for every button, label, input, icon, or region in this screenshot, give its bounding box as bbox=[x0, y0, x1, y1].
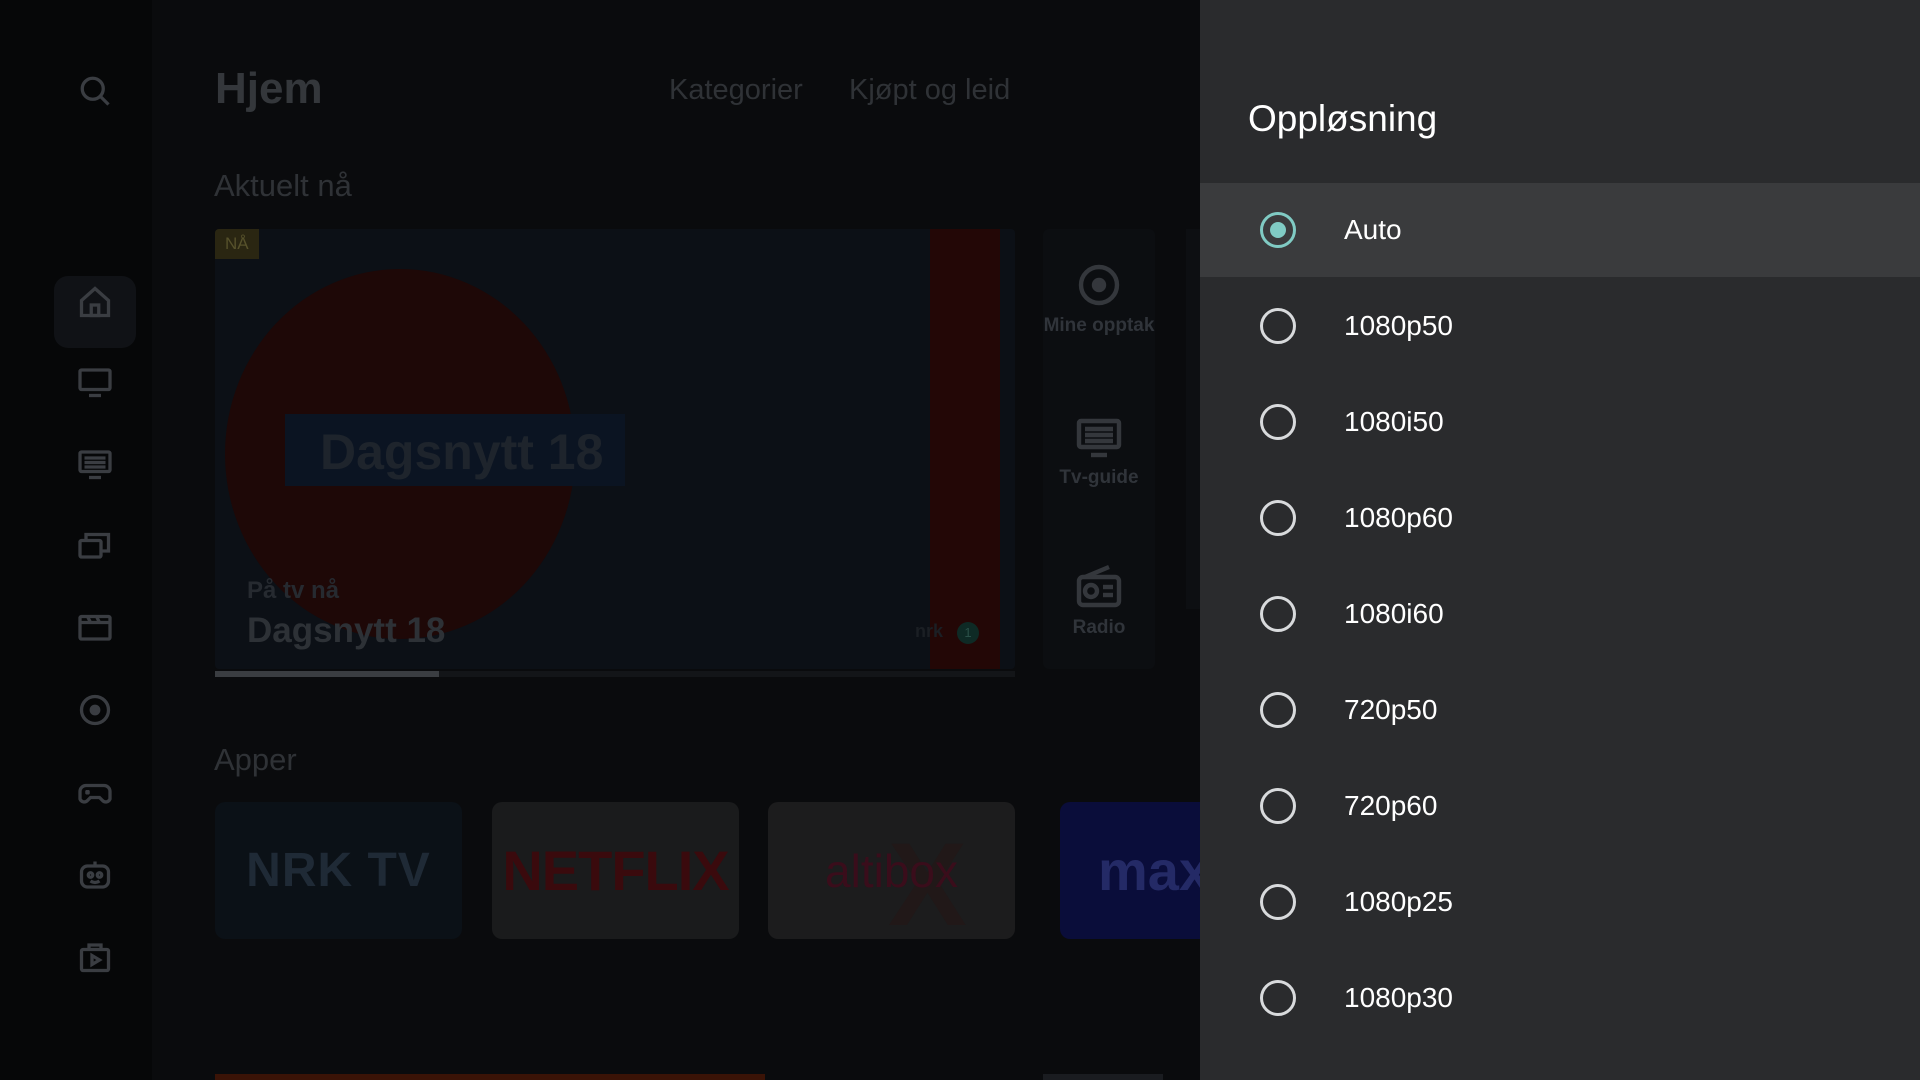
radio-icon bbox=[1076, 564, 1122, 608]
next-row-peek bbox=[1043, 1074, 1163, 1080]
resolution-option-1080p25[interactable]: 1080p25 bbox=[1200, 855, 1920, 949]
resolution-option-label: 1080p50 bbox=[1344, 310, 1454, 341]
panel-title: Oppløsning bbox=[1248, 98, 1438, 139]
hero-progress-fill bbox=[215, 671, 439, 677]
kids-icon[interactable] bbox=[74, 854, 116, 896]
library-icon[interactable] bbox=[74, 524, 116, 566]
quick-link-label: Radio bbox=[1072, 617, 1126, 638]
altibox-logo: altibox bbox=[825, 844, 958, 897]
resolution-option-label: 1080p25 bbox=[1344, 886, 1454, 917]
store-icon[interactable] bbox=[74, 606, 116, 648]
search-icon[interactable] bbox=[74, 70, 116, 112]
resolution-option-label: 720p50 bbox=[1344, 694, 1438, 725]
resolution-option-label: 1080i50 bbox=[1344, 406, 1444, 437]
apps-icon[interactable] bbox=[74, 936, 116, 978]
hero-show-graphic-text: Dagsnytt 18 bbox=[320, 424, 604, 480]
netflix-logo: NETFLIX bbox=[502, 839, 729, 902]
resolution-option-1080p30[interactable]: 1080p30 bbox=[1200, 951, 1920, 1045]
resolution-option-label: 720p60 bbox=[1344, 790, 1438, 821]
tab-kategorier[interactable]: Kategorier bbox=[669, 74, 803, 107]
quick-link-label: Tv-guide bbox=[1059, 467, 1139, 488]
hero-progress-bar bbox=[215, 671, 1015, 677]
radio-button[interactable] bbox=[1260, 308, 1296, 344]
radio-button[interactable] bbox=[1260, 788, 1296, 824]
home-icon[interactable] bbox=[74, 281, 116, 323]
resolution-option-1080p60[interactable]: 1080p60 bbox=[1200, 471, 1920, 565]
radio-button[interactable] bbox=[1260, 692, 1296, 728]
quick-link-radio[interactable]: Radio bbox=[1043, 563, 1155, 639]
hero-subtitle: På tv nå bbox=[247, 577, 340, 604]
radio-button[interactable] bbox=[1260, 596, 1296, 632]
side-navigation-rail bbox=[0, 0, 152, 1080]
tv-guide-icon bbox=[1076, 418, 1122, 458]
app-tile-netflix[interactable]: NETFLIX bbox=[492, 802, 739, 939]
radio-button[interactable] bbox=[1260, 500, 1296, 536]
radio-button-selected[interactable] bbox=[1260, 212, 1296, 248]
resolution-option-1080p50[interactable]: 1080p50 bbox=[1200, 279, 1920, 373]
gamepad-icon[interactable] bbox=[74, 772, 116, 814]
tab-kjopt-og-leid[interactable]: Kjøpt og leid bbox=[849, 74, 1010, 107]
section-title-apper: Apper bbox=[214, 742, 297, 777]
radio-button[interactable] bbox=[1260, 404, 1296, 440]
app-tile-nrk-tv[interactable]: NRK TV bbox=[215, 802, 462, 939]
max-logo: max bbox=[1098, 839, 1200, 902]
radio-selected-dot bbox=[1270, 222, 1286, 238]
tv-guide-icon[interactable] bbox=[74, 443, 116, 485]
resolution-option-label: 1080p60 bbox=[1344, 502, 1454, 533]
resolution-settings-panel: Oppløsning Auto 1080p50 1080i50 1080p60 1080… bbox=[1200, 0, 1920, 1080]
resolution-option-720p50[interactable]: 720p50 bbox=[1200, 663, 1920, 757]
resolution-option-label: 1080p30 bbox=[1344, 982, 1454, 1013]
radio-button[interactable] bbox=[1260, 980, 1296, 1016]
page-title: Hjem bbox=[215, 64, 323, 113]
app-tile-altibox[interactable]: X altibox bbox=[768, 802, 1015, 939]
resolution-option-1080i50[interactable]: 1080i50 bbox=[1200, 375, 1920, 469]
channel-logo: nrk bbox=[915, 621, 944, 641]
hero-card[interactable]: Dagsnytt 18 NÅ På tv nå Dagsnytt 18 nrk … bbox=[215, 229, 1015, 669]
hero-graphic-stripe bbox=[930, 229, 1000, 669]
resolution-option-label: Auto bbox=[1344, 214, 1402, 245]
quick-link-tv-guide[interactable]: Tv-guide bbox=[1043, 413, 1155, 489]
radio-button[interactable] bbox=[1260, 884, 1296, 920]
record-icon[interactable] bbox=[74, 689, 116, 731]
app-tile-max[interactable]: max bbox=[1060, 802, 1200, 939]
resolution-option-720p60[interactable]: 720p60 bbox=[1200, 759, 1920, 853]
channel-number-badge: 1 bbox=[957, 622, 979, 644]
nrk-tv-logo: NRK TV bbox=[246, 844, 431, 897]
record-icon bbox=[1078, 264, 1120, 306]
live-badge: NÅ bbox=[215, 229, 259, 259]
tv-icon[interactable] bbox=[74, 361, 116, 403]
home-screen-background: Hjem Kategorier Kjøpt og leid Aktuelt nå… bbox=[0, 0, 1200, 1080]
next-card-peek bbox=[1186, 229, 1200, 609]
resolution-option-label: 1080i60 bbox=[1344, 598, 1444, 629]
quick-links-card: Mine opptak Tv-guide Radio bbox=[1043, 229, 1155, 669]
next-row-peek bbox=[215, 1074, 765, 1080]
resolution-option-auto[interactable]: Auto bbox=[1200, 183, 1920, 277]
quick-link-label: Mine opptak bbox=[1043, 315, 1155, 336]
resolution-option-1080i60[interactable]: 1080i60 bbox=[1200, 567, 1920, 661]
quick-link-mine-opptak[interactable]: Mine opptak bbox=[1043, 261, 1155, 337]
hero-program-title: Dagsnytt 18 bbox=[247, 611, 446, 650]
section-title-aktuelt: Aktuelt nå bbox=[214, 168, 352, 203]
